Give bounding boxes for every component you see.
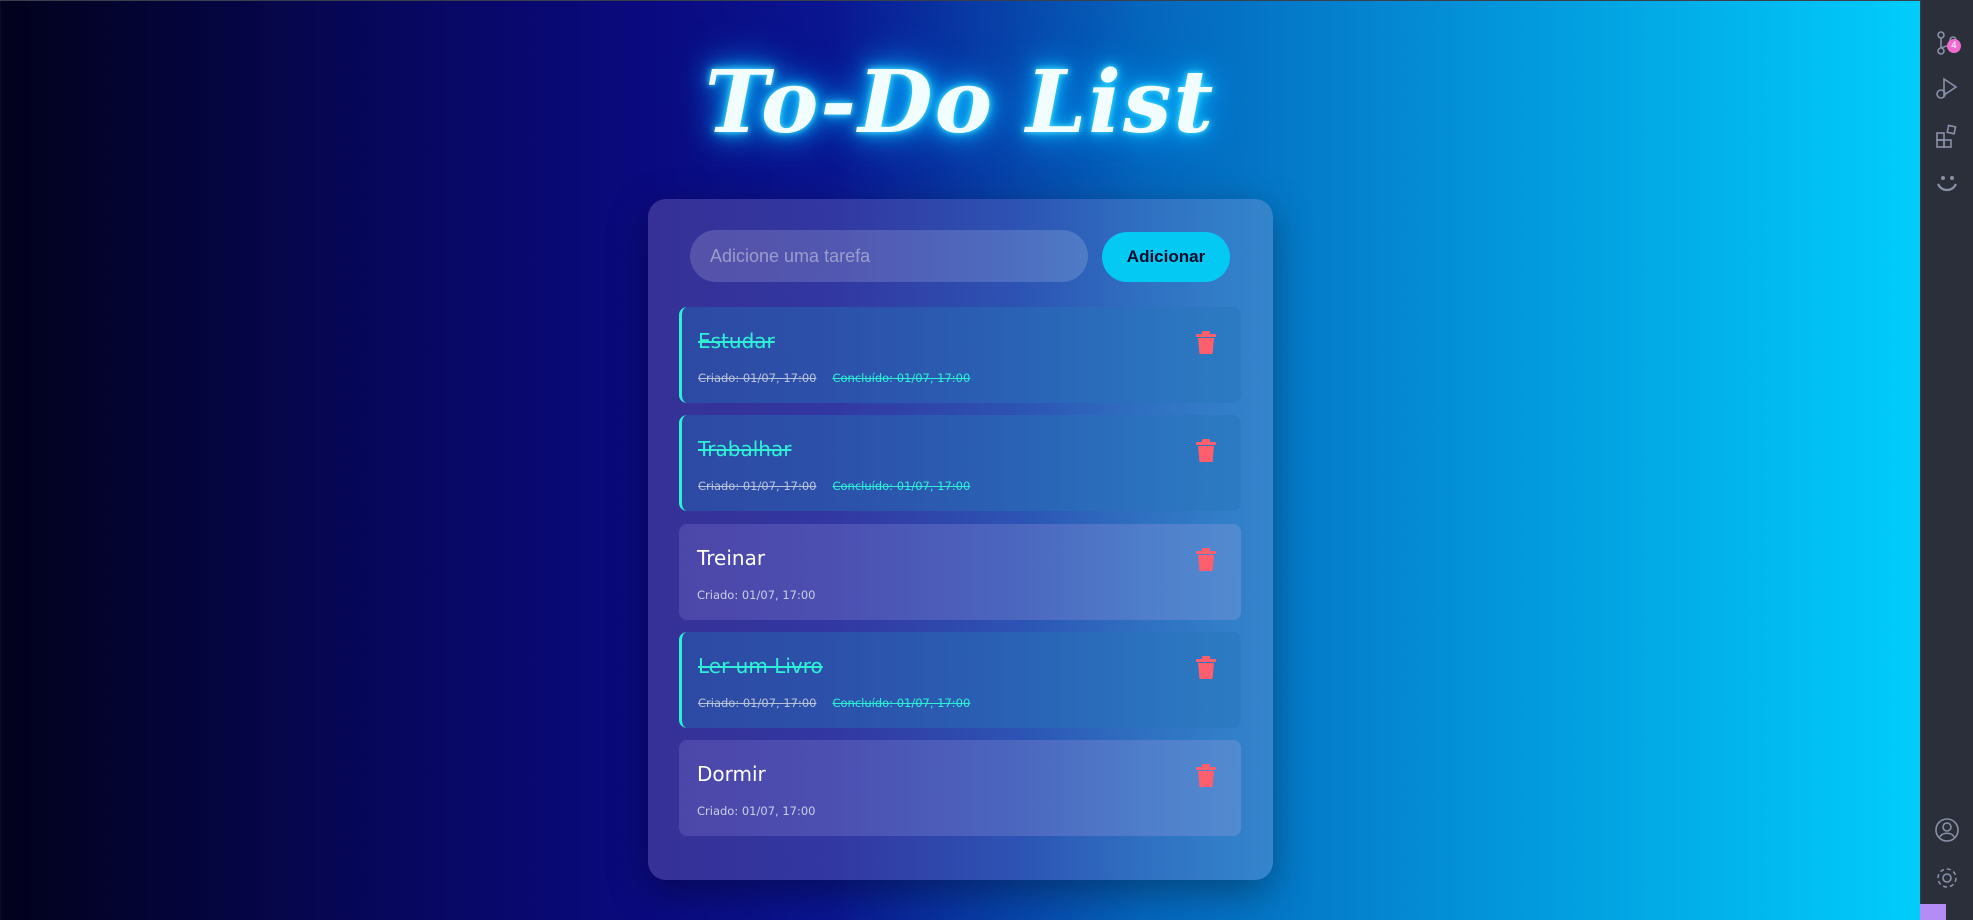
app-viewport: To-Do List Adicionar Estudar Criado: 01/… [0, 0, 1920, 920]
activity-bar [1920, 0, 1973, 920]
task-title[interactable]: Dormir [697, 762, 766, 786]
trash-icon[interactable] [1195, 548, 1217, 572]
task-created-date: Criado: 01/07, 17:00 [698, 696, 817, 710]
task-meta: Criado: 01/07, 17:00 Concluído: 01/07, 17… [698, 371, 970, 385]
task-created-date: Criado: 01/07, 17:00 [698, 371, 817, 385]
task-title[interactable]: Ler um Livro [698, 654, 823, 678]
smiley-icon[interactable] [1934, 170, 1960, 196]
task-meta: Criado: 01/07, 17:00 [697, 588, 815, 602]
task-created-date: Criado: 01/07, 17:00 [697, 804, 816, 818]
task-item: Ler um Livro Criado: 01/07, 17:00 Concluí… [679, 632, 1241, 728]
task-completed-date: Concluído: 01/07, 17:00 [832, 371, 971, 385]
source-control-badge: 4 [1947, 39, 1961, 53]
run-debug-icon[interactable] [1934, 75, 1960, 101]
task-meta: Criado: 01/07, 17:00 [697, 804, 815, 818]
account-icon[interactable] [1934, 817, 1960, 843]
branch-status-item[interactable] [1946, 904, 1973, 920]
task-meta: Criado: 01/07, 17:00 Concluído: 01/07, 17… [698, 479, 970, 493]
task-item: Trabalhar Criado: 01/07, 17:00 Concluído:… [679, 415, 1241, 511]
task-title[interactable]: Estudar [698, 329, 775, 353]
todo-card: Adicionar Estudar Criado: 01/07, 17:00 Co… [648, 199, 1273, 880]
trash-icon[interactable] [1195, 764, 1217, 788]
remote-status-indicator[interactable] [1920, 904, 1946, 920]
task-title[interactable]: Treinar [697, 546, 765, 570]
trash-icon[interactable] [1195, 331, 1217, 355]
page-title: To-Do List [704, 52, 1216, 153]
task-completed-date: Concluído: 01/07, 17:00 [832, 696, 971, 710]
task-created-date: Criado: 01/07, 17:00 [697, 588, 816, 602]
task-input[interactable] [690, 230, 1088, 282]
add-task-button[interactable]: Adicionar [1102, 232, 1230, 282]
task-meta: Criado: 01/07, 17:00 Concluído: 01/07, 17… [698, 696, 970, 710]
task-completed-date: Concluído: 01/07, 17:00 [832, 479, 971, 493]
settings-icon[interactable] [1934, 865, 1960, 891]
task-item: Estudar Criado: 01/07, 17:00 Concluído: 0… [679, 307, 1241, 403]
task-item: Dormir Criado: 01/07, 17:00 [679, 740, 1241, 836]
task-item: Treinar Criado: 01/07, 17:00 [679, 524, 1241, 620]
task-title[interactable]: Trabalhar [698, 437, 791, 461]
trash-icon[interactable] [1195, 439, 1217, 463]
extensions-icon[interactable] [1934, 123, 1960, 149]
task-created-date: Criado: 01/07, 17:00 [698, 479, 817, 493]
trash-icon[interactable] [1195, 656, 1217, 680]
